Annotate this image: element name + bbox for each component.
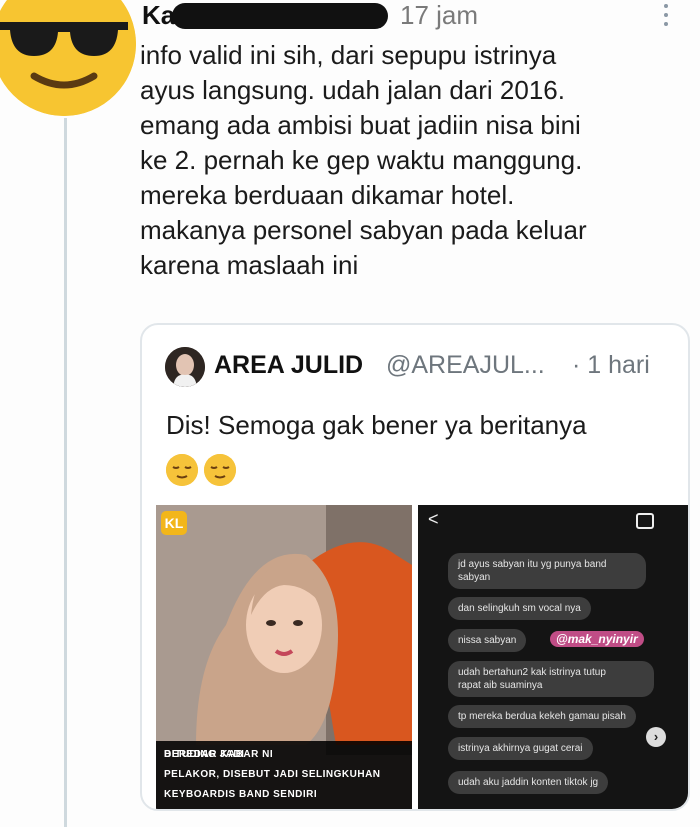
- tweet-text-line: mereka berduaan dikamar hotel.: [140, 180, 515, 210]
- quoted-tweet-text: Dis! Semoga gak bener ya beritanya: [166, 410, 587, 440]
- back-icon: <: [428, 509, 439, 529]
- tweet-timestamp[interactable]: 17 jam: [400, 0, 478, 31]
- chat-bubble: dan selingkuh sm vocal nya: [448, 597, 591, 620]
- tweet-text-line: info valid ini sih, dari sepupu istrinya: [140, 40, 557, 70]
- tweet-text-line: karena maslaah ini: [140, 250, 359, 280]
- media-chat-screenshot[interactable]: < jd ayus sabyan itu yg punya band sabya…: [418, 505, 688, 809]
- quoted-avatar[interactable]: [165, 347, 205, 387]
- caption-line: KEYBOARDIS BAND SENDIRI: [164, 789, 318, 800]
- tweet-text-line: ayus langsung. udah jalan dari 2016.: [140, 75, 565, 105]
- quoted-tweet-card[interactable]: AREA JULID @AREAJUL... · 1 hari Dis! Sem…: [140, 323, 690, 811]
- tweet-text-line: emang ada ambisi buat jadiin nisa bini: [140, 110, 581, 140]
- chat-bubble: tp mereka berdua kekeh gamau pisah: [448, 705, 636, 728]
- media-photo-left[interactable]: KL BEREDAR KABAR NI DITUDING JADI PELAKO…: [156, 505, 412, 809]
- chat-message: rapat aib suaminya: [458, 680, 543, 691]
- chat-bubble: udah aku jaddin konten tiktok jg: [448, 771, 609, 794]
- tweet-text: info valid ini sih, dari sepupu istrinya…: [140, 38, 690, 283]
- chat-bubble: istrinya akhirnya gugat cerai: [448, 737, 593, 760]
- relieved-face-emoji-icon: [166, 454, 198, 486]
- thread-line: [64, 118, 67, 827]
- video-call-icon: [636, 513, 654, 529]
- more-vertical-icon[interactable]: [660, 4, 672, 30]
- watermark: @mak_nyinyir: [550, 631, 644, 647]
- author-name[interactable]: Ka: [142, 0, 175, 31]
- chat-bubble: jd ayus sabyan itu yg punya band sabyan: [448, 553, 646, 589]
- chat-message: sabyan: [458, 572, 491, 583]
- emoji-row: [166, 454, 236, 486]
- chat-message: jd ayus sabyan itu yg punya band: [458, 559, 607, 570]
- tweet-text-line: makanya personel sabyan pada keluar: [140, 215, 587, 245]
- photo-caption: BEREDAR KABAR NI DITUDING JADI PELAKOR, …: [156, 741, 412, 809]
- kl-logo: KL: [161, 511, 187, 535]
- sunglasses-emoji-icon[interactable]: [0, 0, 136, 116]
- chat-bubble: udah bertahun2 kak istrinya tutup rapat …: [448, 661, 654, 697]
- quoted-author-name[interactable]: AREA JULID: [214, 351, 363, 380]
- chat-bubble: nissa sabyan: [448, 629, 527, 652]
- chat-header: <: [418, 505, 688, 537]
- tweet-text-line: ke 2. pernah ke gep waktu manggung.: [140, 145, 583, 175]
- scroll-down-icon[interactable]: ›: [646, 727, 666, 747]
- quoted-author-handle[interactable]: @AREAJUL...: [386, 351, 545, 380]
- relieved-face-emoji-icon: [204, 454, 236, 486]
- caption-line: DITUDING JADI: [164, 749, 245, 760]
- quoted-timestamp[interactable]: · 1 hari: [572, 351, 650, 380]
- redacted-name-bar: [172, 3, 388, 29]
- chat-message: udah bertahun2 kak istrinya tutup: [458, 667, 606, 678]
- caption-line: PELAKOR, DISEBUT JADI SELINGKUHAN: [164, 769, 381, 780]
